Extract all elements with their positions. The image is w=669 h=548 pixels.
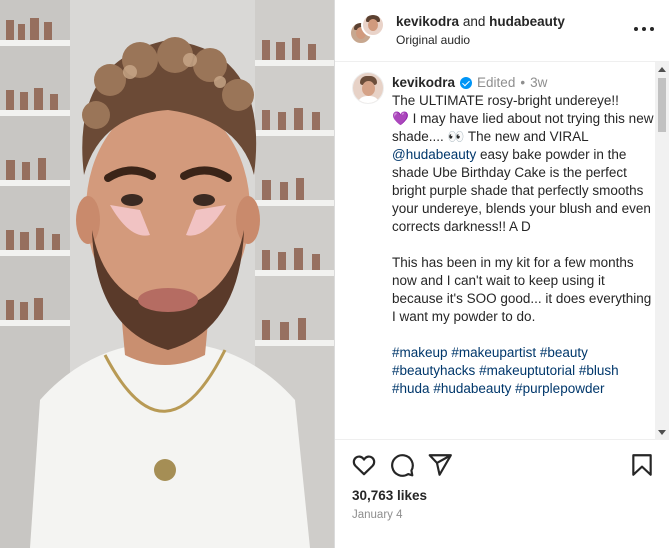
caption-text: The new and VIRAL: [464, 129, 589, 144]
share-button[interactable]: [427, 452, 453, 478]
caption-paragraph: This has been in my kit for a few months…: [392, 255, 652, 324]
post-details-panel: kevikodra and hudabeauty Original audio …: [334, 0, 669, 548]
hashtag-link[interactable]: #huda: [392, 381, 430, 396]
caption-text: The ULTIMATE rosy-bright undereye!!: [392, 93, 619, 108]
video-frame-illustration: [0, 0, 334, 548]
caption-meta: kevikodra Edited • 3w: [392, 74, 654, 92]
hashtag-list: #makeup #makeupartist #beauty #beautyhac…: [392, 344, 654, 398]
collab-avatars[interactable]: [349, 13, 385, 47]
post-date[interactable]: January 4: [352, 509, 403, 521]
post-age[interactable]: 3w: [530, 74, 547, 92]
edited-label: Edited: [477, 75, 516, 90]
more-icon: [634, 27, 638, 31]
scroll-thumb[interactable]: [658, 78, 666, 132]
avatar[interactable]: [352, 72, 384, 104]
save-button[interactable]: [629, 452, 655, 478]
share-icon: [428, 454, 452, 476]
caption-paragraph: The ULTIMATE rosy-bright undereye!! 💜 I m…: [392, 92, 654, 236]
bookmark-icon: [632, 454, 652, 476]
hashtag-link[interactable]: #purplepowder: [515, 381, 604, 396]
verified-badge-icon: [460, 77, 473, 89]
scroll-down-icon[interactable]: [658, 430, 666, 435]
caption-scrollbar[interactable]: [655, 62, 669, 440]
post-header: kevikodra and hudabeauty Original audio: [335, 0, 669, 62]
hashtag-link[interactable]: #makeup: [392, 345, 448, 360]
likes-count[interactable]: 30,763 likes: [352, 488, 427, 503]
caption-username[interactable]: kevikodra: [392, 74, 455, 92]
comment-button[interactable]: [389, 452, 415, 478]
author-link[interactable]: kevikodra: [396, 14, 459, 29]
comment-icon: [391, 454, 414, 477]
hashtag-link[interactable]: #beautyhacks: [392, 363, 475, 378]
mention-link[interactable]: @hudabeauty: [392, 147, 476, 162]
post-video[interactable]: [0, 0, 334, 548]
scroll-up-icon[interactable]: [658, 67, 666, 72]
avatar[interactable]: [361, 13, 385, 37]
hashtag-link[interactable]: #makeuptutorial: [479, 363, 575, 378]
more-options-button[interactable]: [634, 22, 654, 36]
author-link[interactable]: hudabeauty: [489, 14, 565, 29]
separator-dot: •: [520, 75, 526, 90]
action-bar: [351, 452, 656, 480]
hashtag-link[interactable]: #hudabeauty: [433, 381, 511, 396]
heart-icon: [352, 455, 376, 476]
caption: kevikodra Edited • 3w The ULTIMATE rosy-…: [392, 74, 654, 398]
purple-heart-icon: 💜: [392, 111, 409, 126]
hashtag-link[interactable]: #makeupartist: [451, 345, 536, 360]
audio-link[interactable]: Original audio: [396, 33, 470, 47]
eyes-icon: 👀: [447, 129, 465, 144]
hashtag-link[interactable]: #beauty: [540, 345, 588, 360]
hashtag-link[interactable]: #blush: [579, 363, 619, 378]
author-connector: and: [462, 14, 486, 29]
post-authors: kevikodra and hudabeauty: [396, 14, 565, 29]
like-button[interactable]: [351, 452, 377, 478]
caption-scroll-area[interactable]: kevikodra Edited • 3w The ULTIMATE rosy-…: [335, 62, 669, 440]
